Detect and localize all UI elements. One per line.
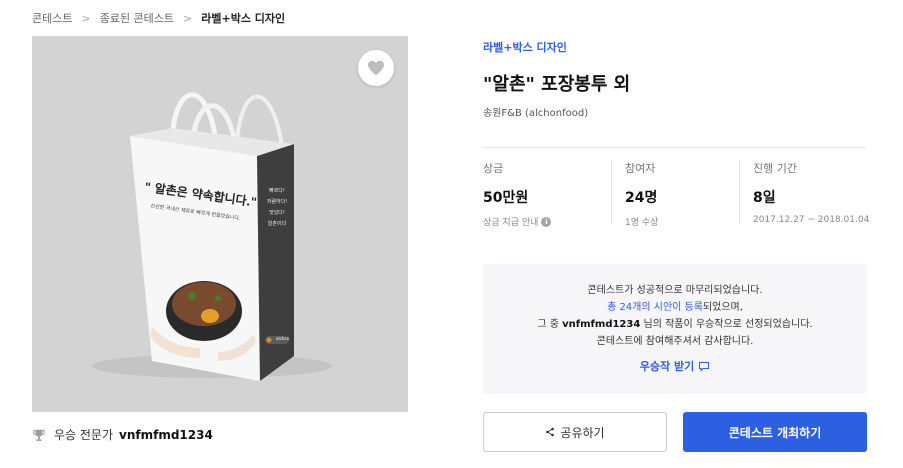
divider <box>483 147 867 148</box>
notice-text: 그 중 <box>537 319 559 330</box>
share-icon <box>546 427 555 437</box>
stat-duration: 진행 기간 8일 2017.12.27 ~ 2018.01.04 <box>739 160 870 228</box>
bag-side-line: 알촌이다 <box>267 221 287 227</box>
host-contest-button[interactable]: 콘테스트 개최하기 <box>683 412 867 452</box>
favorite-button[interactable] <box>358 50 394 86</box>
stat-participants: 참여자 24명 1명 수상 <box>611 160 739 228</box>
notice-entry-count[interactable]: 총 24개의 시안이 등록 <box>607 302 703 313</box>
shopping-bag-illustration <box>92 92 332 381</box>
get-winning-entry-label: 우승작 받기 <box>639 360 695 373</box>
bag-brand-logo: alchon <box>276 336 290 341</box>
share-label: 공유하기 <box>560 425 605 440</box>
get-winning-entry-link[interactable]: 우승작 받기 <box>640 358 710 374</box>
stat-label: 진행 기간 <box>753 162 797 175</box>
notice-text: 님의 작품이 우승작으로 선정되었습니다. <box>643 319 813 330</box>
bag-side-line: 빠르다! <box>269 188 285 194</box>
heart-icon <box>368 60 384 76</box>
notice-winner-name: vnfmfmd1234 <box>562 319 641 330</box>
stat-prize: 상금 50만원 상금 지급 안내 i <box>483 160 611 228</box>
contest-stats: 상금 50만원 상금 지급 안내 i 참여자 24명 1명 수상 진행 기간 8… <box>483 160 870 228</box>
contest-result-notice: 콘테스트가 성공적으로 마무리되었습니다. 총 24개의 시안이 등록되었으며,… <box>483 264 867 394</box>
bag-side-line: 저렴하다! <box>266 199 288 205</box>
stat-sub: 상금 지급 안내 <box>483 218 539 228</box>
stat-sub: 2017.12.27 ~ 2018.01.04 <box>753 215 870 225</box>
breadcrumb-item-contests[interactable]: 콘테스트 <box>32 10 72 26</box>
info-icon: i <box>541 216 552 227</box>
chevron-right-icon: > <box>183 11 193 25</box>
breadcrumb-item-current[interactable]: 라벨+박스 디자인 <box>201 10 285 26</box>
contest-title: "알촌" 포장봉투 외 <box>483 74 631 95</box>
winner-info: 우승 전문가 vnfmfmd1234 <box>32 426 213 443</box>
notice-line: 총 24개의 시안이 등록되었으며, <box>483 299 867 316</box>
contest-company: 송원F&B (alchonfood) <box>483 108 589 119</box>
stat-sub: 1명 수상 <box>625 218 659 228</box>
notice-line: 콘테스트에 참여해주셔서 감사합니다. <box>596 336 754 347</box>
trophy-icon <box>33 429 45 441</box>
notice-line: 그 중 vnfmfmd1234 님의 작품이 우승작으로 선정되었습니다. <box>483 316 867 333</box>
stat-value: 8일 <box>753 190 776 206</box>
notice-text: 되었으며, <box>702 302 743 313</box>
breadcrumb: 콘테스트 > 종료된 콘테스트 > 라벨+박스 디자인 <box>32 10 285 26</box>
contest-category[interactable]: 라벨+박스 디자인 <box>483 39 567 55</box>
contest-winning-image[interactable]: " 알촌은 약속합니다." 신선한 국내산 재료로 빠르게 만들었습니다. 빠르… <box>32 36 408 412</box>
stat-label: 참여자 <box>625 162 656 175</box>
bag-side-line: 맛있다! <box>269 210 285 216</box>
prize-payment-guide[interactable]: 상금 지급 안내 i <box>483 215 611 228</box>
stat-value: 50만원 <box>483 190 529 206</box>
stat-label: 상금 <box>483 162 504 175</box>
stat-value: 24명 <box>625 190 658 206</box>
winner-name[interactable]: vnfmfmd1234 <box>119 428 213 442</box>
bag-side-text: 빠르다! 저렴하다! 맛있다! 알촌이다 <box>264 186 290 230</box>
winner-label: 우승 전문가 <box>54 428 114 442</box>
chevron-right-icon: > <box>81 11 91 25</box>
speech-bubble-icon <box>699 361 710 372</box>
breadcrumb-item-ended[interactable]: 종료된 콘테스트 <box>100 10 174 26</box>
share-button[interactable]: 공유하기 <box>483 412 667 452</box>
notice-line: 콘테스트가 성공적으로 마무리되었습니다. <box>587 285 763 296</box>
